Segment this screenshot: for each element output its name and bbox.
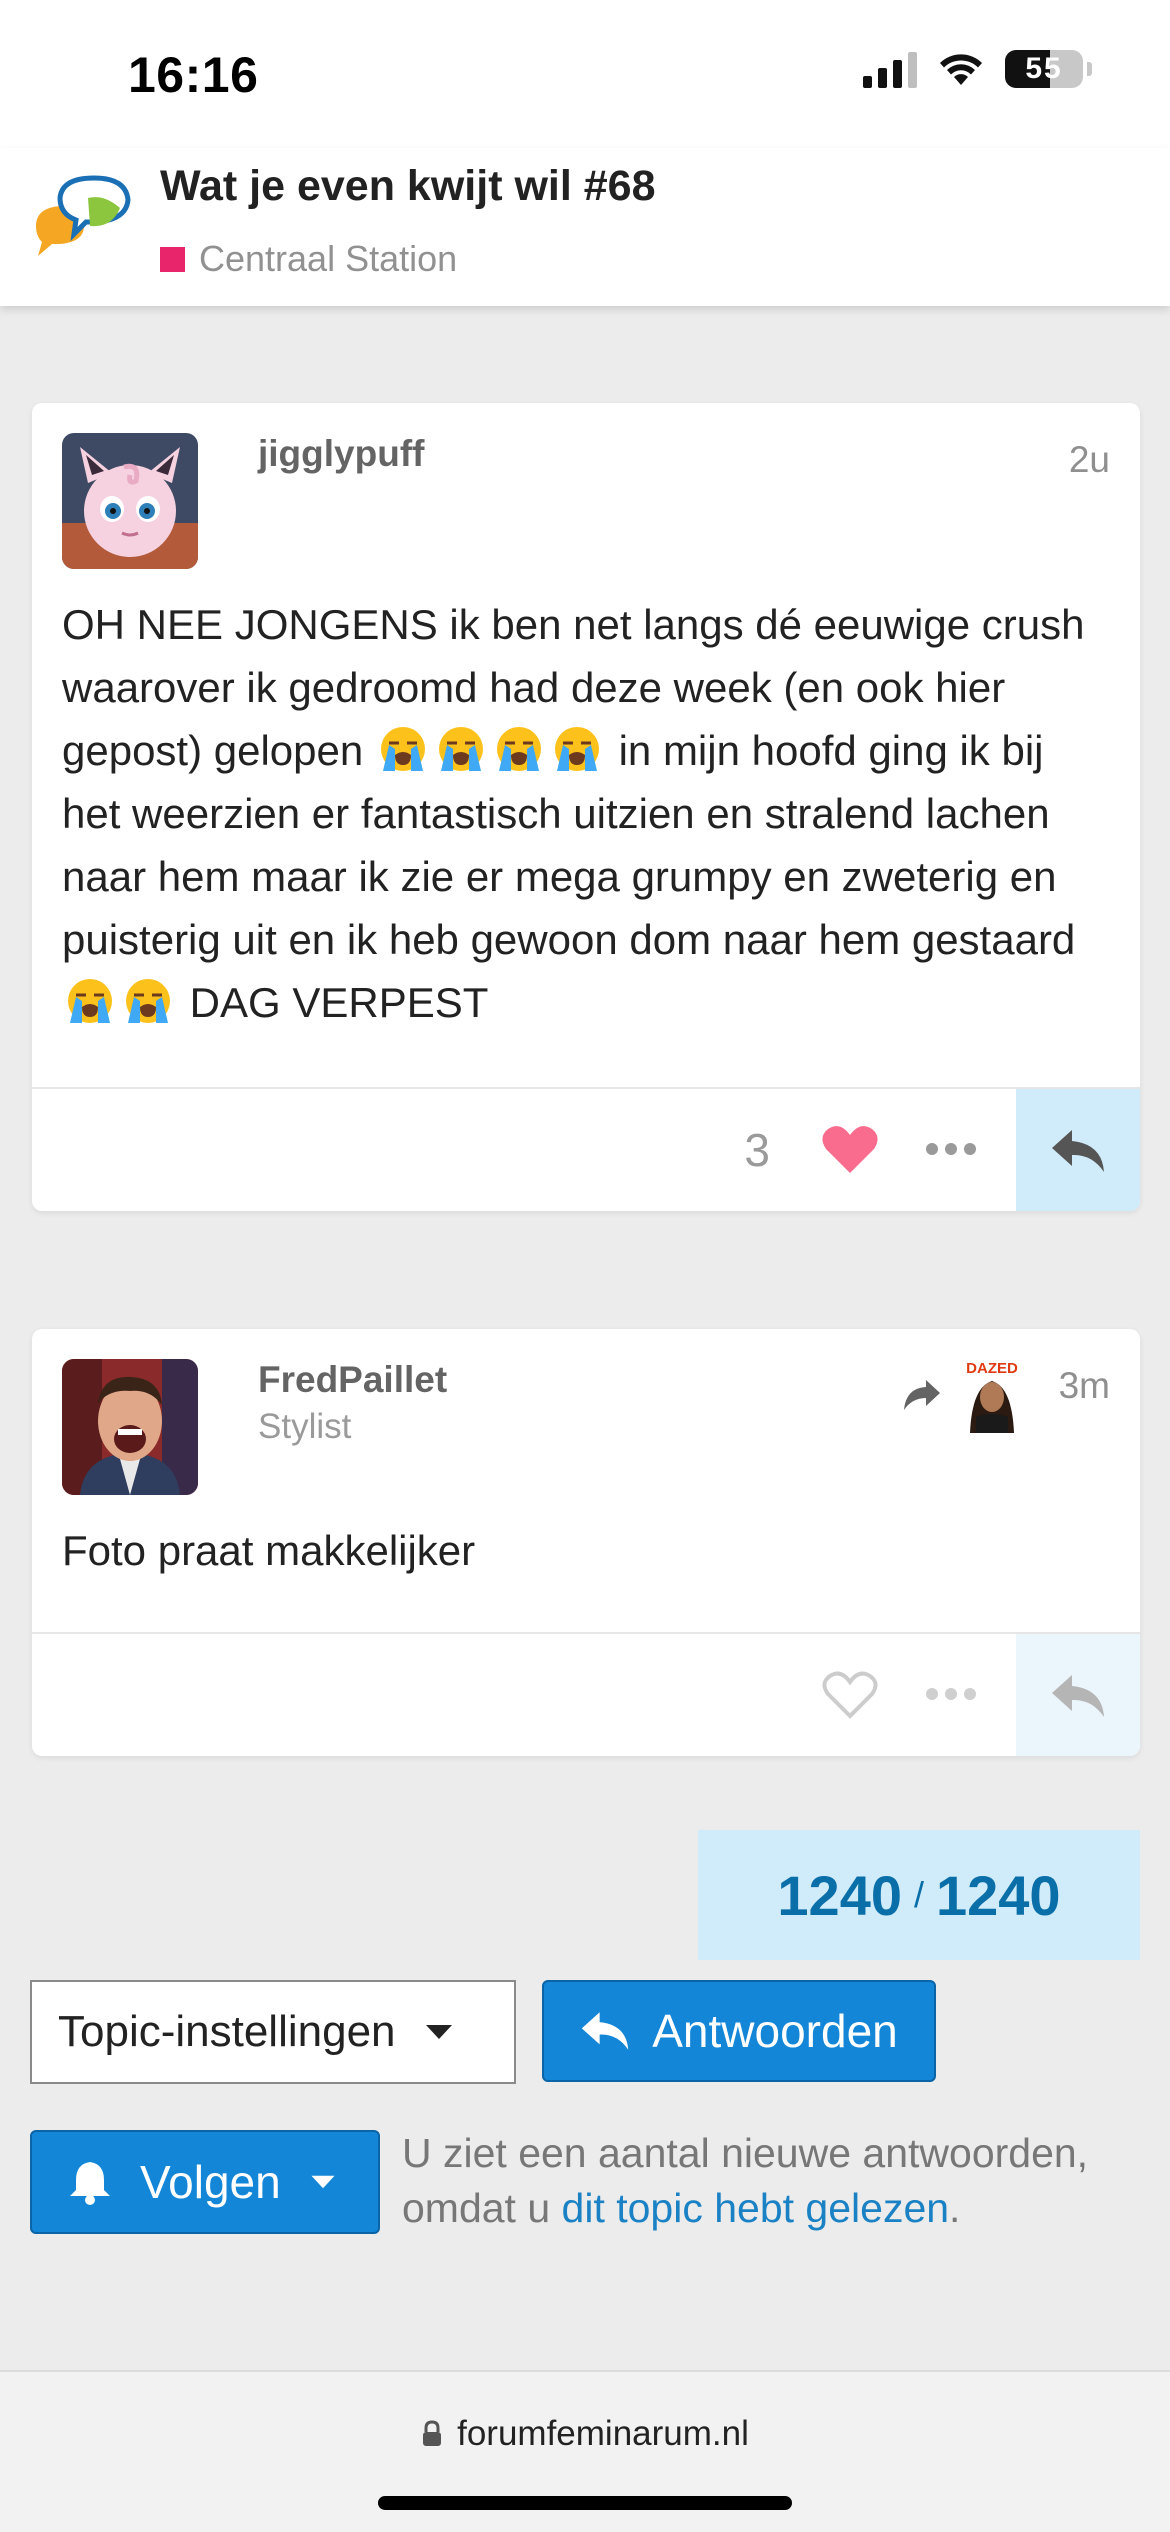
signal-icon: [863, 50, 917, 88]
post-username[interactable]: jigglypuff: [258, 433, 424, 475]
post-body: OH NEE JONGENS ik ben net langs dé eeuwi…: [62, 593, 1110, 1034]
home-indicator[interactable]: [378, 2496, 792, 2510]
more-options-icon[interactable]: [926, 1131, 982, 1167]
battery-percentage: 55: [1025, 52, 1063, 85]
post-actions: [32, 1632, 1140, 1756]
forum-logo-icon[interactable]: [30, 174, 142, 274]
topic-header: Wat je even kwijt wil #68 Centraal Stati…: [0, 148, 1170, 306]
post: FredPaillet Stylist DAZED 3m Foto praat …: [32, 1329, 1140, 1756]
page: 16:16 55 Wat je even kwijt wil #68 Centr…: [0, 0, 1170, 2532]
post-body: Foto praat makkelijker: [62, 1527, 476, 1574]
category-label: Centraal Station: [199, 238, 458, 279]
reply-icon: [1052, 1130, 1104, 1172]
heart-outline-icon[interactable]: [820, 1666, 880, 1722]
post-actions: 3: [32, 1087, 1140, 1211]
notification-link[interactable]: dit topic hebt gelezen: [562, 2185, 950, 2231]
post: jigglypuff 2u OH NEE JONGENS ik ben net …: [32, 403, 1140, 1211]
caret-down-icon: [425, 2025, 452, 2039]
post-text: DAG VERPEST: [178, 979, 489, 1026]
lock-icon: [423, 2420, 442, 2446]
battery-tip: [1087, 62, 1092, 76]
status-icons: 55: [863, 50, 1092, 88]
progress-total: 1240: [936, 1863, 1061, 1927]
reply-to-label: DAZED: [966, 1360, 1018, 1377]
url-text: forumfeminarum.nl: [457, 2414, 749, 2453]
heart-icon[interactable]: [820, 1121, 880, 1177]
post-date[interactable]: 2u: [1069, 439, 1110, 481]
topic-category[interactable]: Centraal Station: [160, 238, 457, 280]
topic-settings-label: Topic-instellingen: [58, 2007, 396, 2056]
follow-button[interactable]: Volgen: [30, 2130, 380, 2234]
wifi-icon: [940, 54, 982, 85]
avatar[interactable]: [62, 433, 198, 569]
loudly-crying-face-emoji: [496, 727, 541, 771]
status-bar: 16:16 55: [0, 0, 1170, 148]
reply-button[interactable]: [1016, 1089, 1140, 1211]
browser-toolbar: forumfeminarum.nl: [0, 2370, 1170, 2532]
loudly-crying-face-emoji: [68, 979, 112, 1023]
loudly-crying-face-emoji: [126, 979, 170, 1023]
notification-reason: U ziet een aantal nieuwe antwoorden, omd…: [402, 2126, 1122, 2236]
more-options-icon[interactable]: [926, 1676, 982, 1712]
notification-text-end: .: [949, 2185, 961, 2231]
loudly-crying-face-emoji: [380, 727, 425, 771]
battery-icon: 55: [1005, 50, 1083, 88]
bell-icon: [70, 2162, 110, 2205]
user-title: Stylist: [258, 1407, 352, 1446]
reply-to-avatar: DAZED: [956, 1357, 1028, 1433]
follow-label: Volgen: [140, 2156, 281, 2208]
post-date[interactable]: 3m: [1059, 1365, 1110, 1407]
status-time: 16:16: [128, 47, 259, 103]
reply-to-indicator[interactable]: DAZED: [902, 1357, 1028, 1433]
reply-icon: [582, 2012, 629, 2050]
share-arrow-icon: [904, 1380, 940, 1410]
post-username[interactable]: FredPaillet: [258, 1359, 447, 1401]
topic-settings-dropdown[interactable]: Topic-instellingen: [30, 1980, 516, 2084]
progress-current: 1240: [777, 1863, 902, 1927]
reply-topic-button[interactable]: Antwoorden: [542, 1980, 936, 2082]
reply-topic-label: Antwoorden: [652, 2005, 898, 2057]
address-bar[interactable]: forumfeminarum.nl: [0, 2414, 1170, 2454]
loudly-crying-face-emoji: [554, 727, 599, 771]
reply-button[interactable]: [1016, 1634, 1140, 1756]
like-count[interactable]: 3: [744, 1123, 770, 1177]
topic-progress[interactable]: 1240 / 1240: [698, 1830, 1140, 1960]
topic-title[interactable]: Wat je even kwijt wil #68: [160, 162, 656, 211]
avatar[interactable]: [62, 1359, 198, 1495]
reply-icon: [1052, 1675, 1104, 1717]
category-color-badge: [160, 246, 185, 272]
progress-separator: /: [913, 1874, 924, 1915]
caret-down-icon: [311, 2175, 335, 2189]
loudly-crying-face-emoji: [438, 727, 483, 771]
